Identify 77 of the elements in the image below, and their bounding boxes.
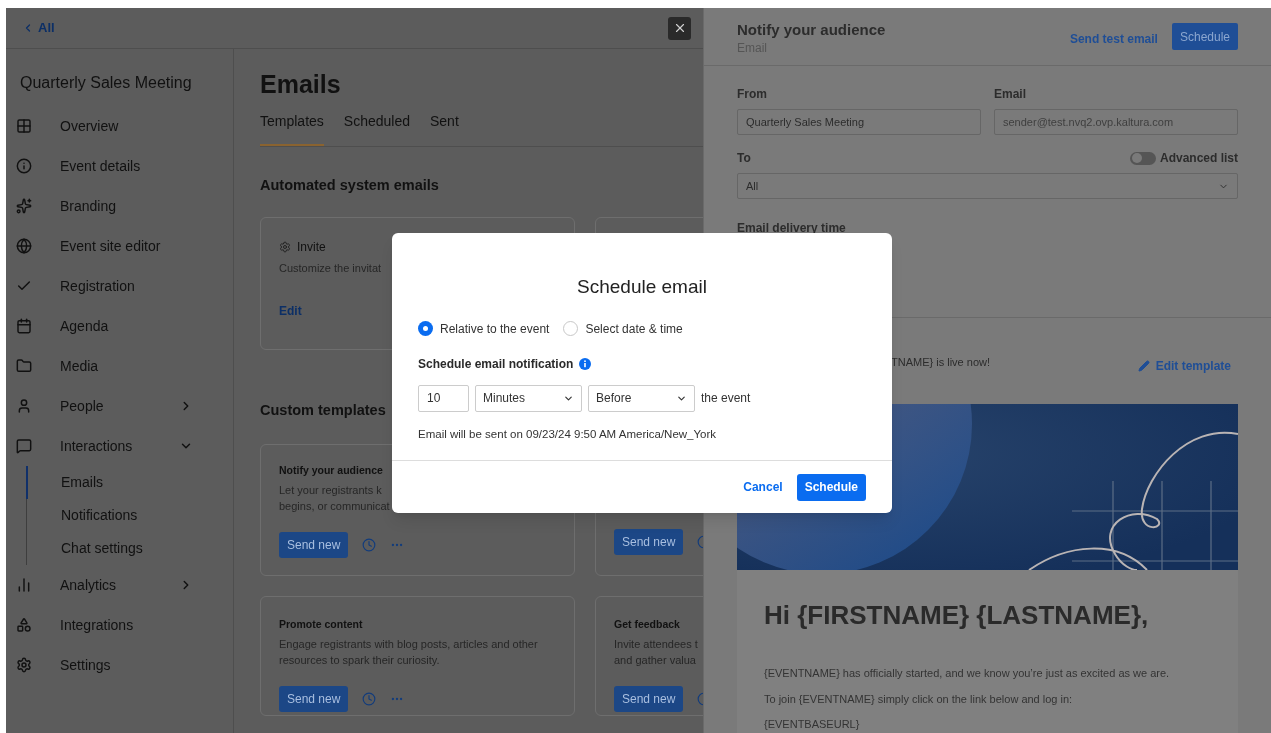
info-icon: [16, 158, 32, 174]
edit-template-link[interactable]: Edit template: [1137, 357, 1231, 375]
pencil-icon: [1137, 360, 1150, 372]
direction-select[interactable]: Before: [588, 384, 695, 412]
sidebar-item[interactable]: Analytics: [6, 565, 233, 605]
person-icon: [16, 398, 32, 414]
sidebar-item[interactable]: Interactions: [6, 426, 233, 466]
sidebar-subitem[interactable]: Notifications: [26, 499, 233, 532]
folder-icon: [16, 358, 32, 374]
close-button[interactable]: [668, 16, 691, 40]
globe-icon: [16, 238, 32, 254]
tab[interactable]: Scheduled: [343, 111, 410, 146]
radio-option[interactable]: Relative to the event: [418, 319, 550, 338]
radio-button[interactable]: [418, 321, 433, 336]
sidebar-item[interactable]: Agenda: [6, 306, 233, 346]
grid-icon: [16, 118, 32, 134]
email-paragraph: To join {EVENTNAME} simply click on the link below and log in:: [764, 691, 1074, 707]
sidebar-item[interactable]: Branding: [6, 186, 233, 226]
card-title: Invite: [297, 238, 326, 256]
calendar-icon: [16, 318, 32, 334]
email-paragraph: {EVENTNAME} has officially started, and we know you’re just as excited as we are.: [764, 666, 1171, 681]
sidebar-item[interactable]: Settings: [6, 645, 233, 685]
toggle-label: Advanced list: [1159, 150, 1238, 167]
card-title: Get feedback: [614, 616, 680, 632]
section-title: Automated system emails: [260, 176, 440, 195]
confirm-schedule-button[interactable]: Schedule: [796, 473, 866, 501]
notification-label: Schedule email notification: [418, 355, 574, 373]
send-new-button[interactable]: Send new: [614, 686, 684, 713]
suffix-text: the event: [701, 390, 751, 407]
dialog-title: Schedule email: [576, 275, 708, 299]
unit-select[interactable]: Minutes: [475, 384, 582, 412]
schedule-button[interactable]: Schedule: [1171, 23, 1238, 50]
card-title: Promote content: [279, 616, 363, 632]
sidebar-item[interactable]: Media: [6, 346, 233, 386]
field-label: Email delivery time: [737, 220, 847, 237]
page-title: Emails: [260, 69, 342, 99]
sparkles-icon: [16, 198, 32, 214]
toggle-switch[interactable]: [1129, 151, 1156, 165]
send-new-button[interactable]: Send new: [614, 528, 684, 555]
gear-icon: [279, 240, 291, 253]
shapes-icon: [16, 617, 32, 633]
send-new-button[interactable]: Send new: [279, 532, 349, 559]
sidebar-item[interactable]: Overview: [6, 106, 233, 146]
sidebar-item[interactable]: Integrations: [6, 605, 233, 645]
email-paragraph: {EVENTBASEURL}: [764, 717, 861, 732]
settings-icon: [16, 657, 32, 673]
info-icon: [579, 357, 592, 370]
send-test-email-link[interactable]: Send test email: [1069, 30, 1158, 48]
clock-icon[interactable]: [362, 692, 377, 707]
amount-field[interactable]: 10: [418, 384, 469, 412]
field-label: Email: [994, 86, 1027, 103]
event-title: Quarterly Sales Meeting: [19, 73, 193, 93]
sidebar-subitem[interactable]: Chat settings: [26, 532, 233, 565]
to-select[interactable]: All: [737, 173, 1238, 199]
sidebar-item[interactable]: Event site editor: [6, 226, 233, 266]
clock-icon[interactable]: [362, 538, 377, 553]
field-label: To: [737, 150, 751, 167]
sidebar-item[interactable]: Event details: [6, 146, 233, 186]
section-title: Custom templates: [260, 400, 387, 420]
summary-text: Email will be sent on 09/23/24 9:50 AM America/New_York: [418, 426, 718, 442]
sidebar-subitem[interactable]: Emails: [26, 466, 233, 499]
sidebar-item[interactable]: Registration: [6, 266, 233, 306]
email-heading: Hi {FIRSTNAME} {LASTNAME},: [764, 599, 1150, 632]
bar-chart-icon: [16, 577, 32, 593]
tab[interactable]: Sent: [430, 111, 459, 146]
back-link[interactable]: All: [22, 18, 55, 38]
field-label: From: [737, 86, 768, 103]
subject-preview: TNAME} is live now!: [891, 355, 991, 370]
drawer-title: Notify your audience: [737, 21, 886, 39]
card-title: Notify your audience: [279, 462, 383, 478]
send-new-button[interactable]: Send new: [279, 686, 349, 713]
tab[interactable]: Templates: [260, 111, 324, 146]
chat-icon: [16, 438, 32, 454]
radio-option[interactable]: Select date & time: [563, 319, 683, 338]
sidebar-item[interactable]: People: [6, 386, 233, 426]
cancel-button[interactable]: Cancel: [743, 478, 783, 496]
from-field[interactable]: Quarterly Sales Meeting: [737, 109, 981, 135]
